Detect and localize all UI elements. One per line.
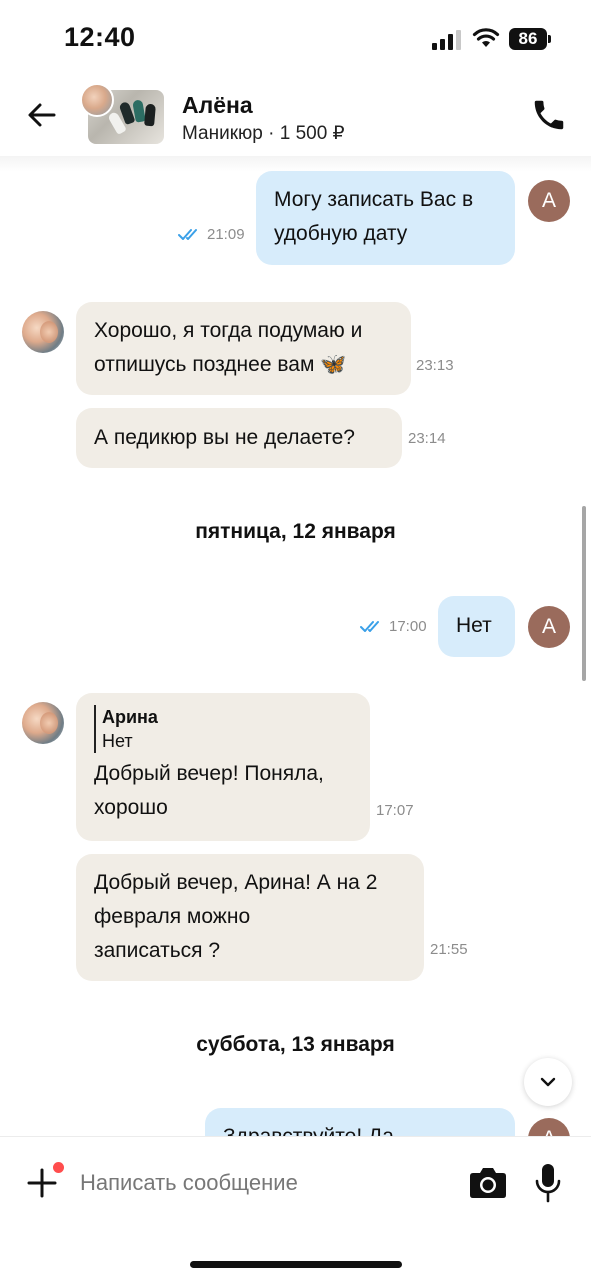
- wifi-icon: [472, 28, 500, 47]
- date-separator: суббота, 13 января: [196, 1033, 395, 1056]
- message-text-line: А педикюр вы не делаете?: [94, 426, 355, 449]
- double-check-icon: [360, 621, 379, 632]
- contact-name[interactable]: Алёна: [182, 92, 253, 119]
- user-avatar: А: [528, 180, 570, 222]
- message-text-line: записаться ?: [94, 939, 221, 962]
- incoming-message[interactable]: Хорошо, я тогда подумаю и отпишусь поздн…: [76, 302, 411, 395]
- phone-icon[interactable]: [530, 96, 568, 134]
- message-text-line: Добрый вечер! Поняла,: [94, 762, 324, 785]
- status-bar: 12:40 86: [0, 0, 591, 78]
- message-text-line: Могу записать Вас в: [274, 188, 474, 211]
- chevron-down-icon: [540, 1077, 556, 1087]
- quote-text: Нет: [102, 731, 133, 751]
- outgoing-message[interactable]: Здравствуйте! Да: [205, 1108, 515, 1136]
- scroll-to-bottom-button[interactable]: [524, 1058, 572, 1106]
- incoming-message[interactable]: Арина Нет Добрый вечер! Поняла, хорошо: [76, 693, 370, 841]
- message-input[interactable]: [80, 1165, 450, 1201]
- message-time: 17:00: [389, 618, 427, 635]
- outgoing-message[interactable]: Нет: [438, 596, 515, 657]
- message-time: 23:13: [416, 357, 454, 374]
- scrollbar[interactable]: [582, 506, 586, 681]
- quote-author: Арина: [102, 707, 158, 727]
- listing-subtitle[interactable]: Маникюр · 1 500 ₽: [182, 122, 345, 145]
- incoming-message[interactable]: Добрый вечер, Арина! А на 2 февраля можн…: [76, 854, 424, 981]
- message-time: 21:09: [207, 226, 245, 243]
- chat-header: Алёна Маникюр · 1 500 ₽: [0, 78, 591, 156]
- battery-indicator: 86: [509, 28, 551, 50]
- message-text-line: Нет: [456, 614, 492, 637]
- battery-level: 86: [509, 28, 547, 50]
- microphone-icon[interactable]: [535, 1163, 561, 1203]
- double-check-icon: [178, 229, 197, 240]
- cellular-signal-icon: [432, 30, 461, 50]
- user-avatar: А: [528, 1118, 570, 1136]
- contact-avatar: [22, 702, 64, 744]
- message-text-line: удобную дату: [274, 222, 408, 245]
- message-text-line: февраля можно: [94, 905, 251, 928]
- plus-icon[interactable]: [26, 1167, 58, 1199]
- date-separator: пятница, 12 января: [195, 520, 396, 543]
- incoming-message[interactable]: А педикюр вы не делаете?: [76, 408, 402, 468]
- message-time: 23:14: [408, 430, 446, 447]
- message-text-line: Хорошо, я тогда подумаю и: [94, 319, 363, 342]
- home-indicator: [190, 1261, 402, 1268]
- reply-quote[interactable]: Арина Нет: [94, 705, 352, 753]
- message-text-line: Здравствуйте! Да: [223, 1120, 497, 1136]
- message-text-line: отпишусь позднее вам 🦋: [94, 353, 347, 376]
- camera-icon[interactable]: [469, 1165, 507, 1199]
- seller-avatar: [80, 83, 114, 117]
- status-time: 12:40: [64, 22, 136, 52]
- message-time: 17:07: [376, 802, 414, 819]
- contact-avatar: [22, 311, 64, 353]
- message-time: 21:55: [430, 941, 468, 958]
- back-arrow-icon[interactable]: [22, 95, 62, 135]
- message-text-line: Добрый вечер, Арина! А на 2: [94, 871, 378, 894]
- message-list[interactable]: Могу записать Вас в удобную дату 21:09 А…: [0, 156, 591, 1136]
- notification-dot: [53, 1162, 64, 1173]
- message-text-line: хорошо: [94, 796, 168, 819]
- outgoing-message[interactable]: Могу записать Вас в удобную дату: [256, 171, 515, 265]
- user-avatar: А: [528, 606, 570, 648]
- message-composer: [0, 1136, 591, 1280]
